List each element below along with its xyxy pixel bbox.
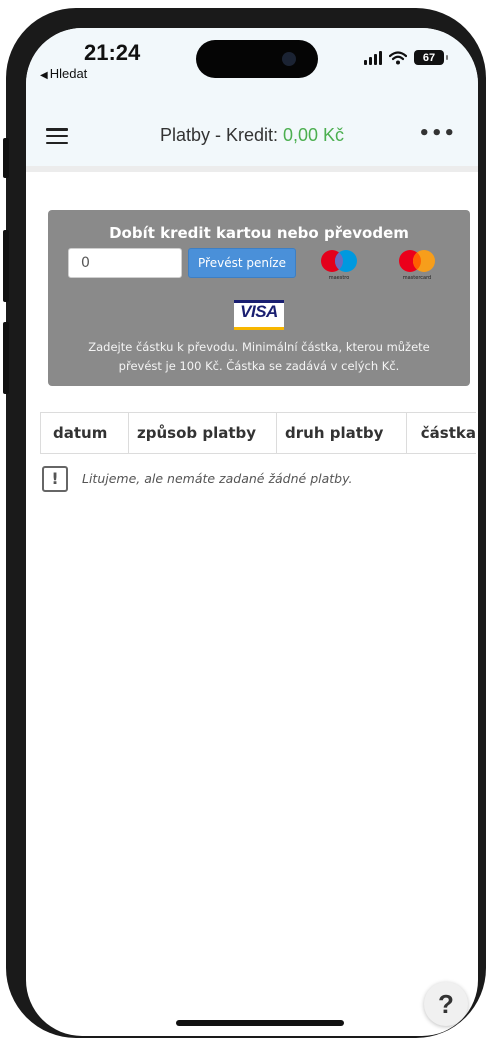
more-options-icon[interactable]: •••	[418, 125, 456, 143]
camera-icon	[282, 52, 296, 66]
amount-input[interactable]: 0	[68, 248, 182, 278]
mastercard-logo: mastercard	[394, 248, 440, 281]
credit-amount: 0,00 Kč	[283, 125, 345, 145]
mastercard-label: mastercard	[402, 275, 432, 281]
visa-label: VISA	[240, 302, 278, 321]
clock: 21:24	[84, 40, 141, 65]
volume-up-button	[3, 230, 9, 302]
maestro-logo: maestro	[316, 248, 362, 281]
page-title-text: Platby - Kredit:	[159, 125, 283, 145]
status-icons: 67	[364, 50, 448, 65]
topup-panel: Dobít kredit kartou nebo převodem 0 Přev…	[48, 210, 470, 386]
volume-down-button	[3, 322, 9, 394]
page-title: Platby - Kredit: 0,00 Kč	[26, 125, 478, 146]
back-app-label: Hledat	[49, 66, 88, 81]
column-date[interactable]: datum	[40, 413, 128, 453]
topup-note-line-2: převést je 100 Kč. Částka se zadává v ce…	[118, 359, 400, 373]
home-indicator[interactable]	[176, 1020, 344, 1026]
battery-icon: 67	[414, 50, 448, 65]
screen: 21:24 ◀ Hledat 67 Platby - Kredit: 0,00 …	[26, 28, 478, 1036]
wifi-icon	[389, 50, 407, 65]
dynamic-island	[196, 40, 318, 78]
signal-icon	[364, 50, 382, 65]
phone-frame: 21:24 ◀ Hledat 67 Platby - Kredit: 0,00 …	[3, 8, 486, 1038]
back-to-app-link[interactable]: ◀ Hledat	[40, 66, 87, 81]
exclamation-icon: !	[42, 466, 68, 492]
battery-level: 67	[422, 51, 436, 64]
topup-note: Zadejte částku k převodu. Minimální část…	[60, 338, 458, 376]
topup-note-line-1: Zadejte částku k převodu. Minimální část…	[88, 340, 430, 354]
mute-switch	[3, 138, 9, 178]
payments-table-header: datum způsob platby druh platby částka	[40, 412, 476, 454]
transfer-money-button[interactable]: Převést peníze	[188, 248, 296, 278]
status-bar: 21:24 ◀ Hledat 67	[26, 28, 478, 108]
empty-message: Litujeme, ale nemáte zadané žádné platby…	[82, 471, 353, 486]
column-payment-method[interactable]: způsob platby	[128, 413, 276, 453]
visa-logo: VISA	[234, 300, 284, 330]
column-amount[interactable]: částka	[406, 413, 476, 453]
column-payment-type[interactable]: druh platby	[276, 413, 406, 453]
empty-notice: ! Litujeme, ale nemáte zadané žádné plat…	[42, 466, 462, 496]
maestro-label: maestro	[328, 275, 350, 281]
help-button[interactable]: ?	[424, 982, 468, 1026]
back-triangle-icon: ◀	[40, 70, 48, 81]
topup-title: Dobít kredit kartou nebo převodem	[109, 224, 409, 242]
app-header: Platby - Kredit: 0,00 Kč •••	[26, 108, 478, 172]
